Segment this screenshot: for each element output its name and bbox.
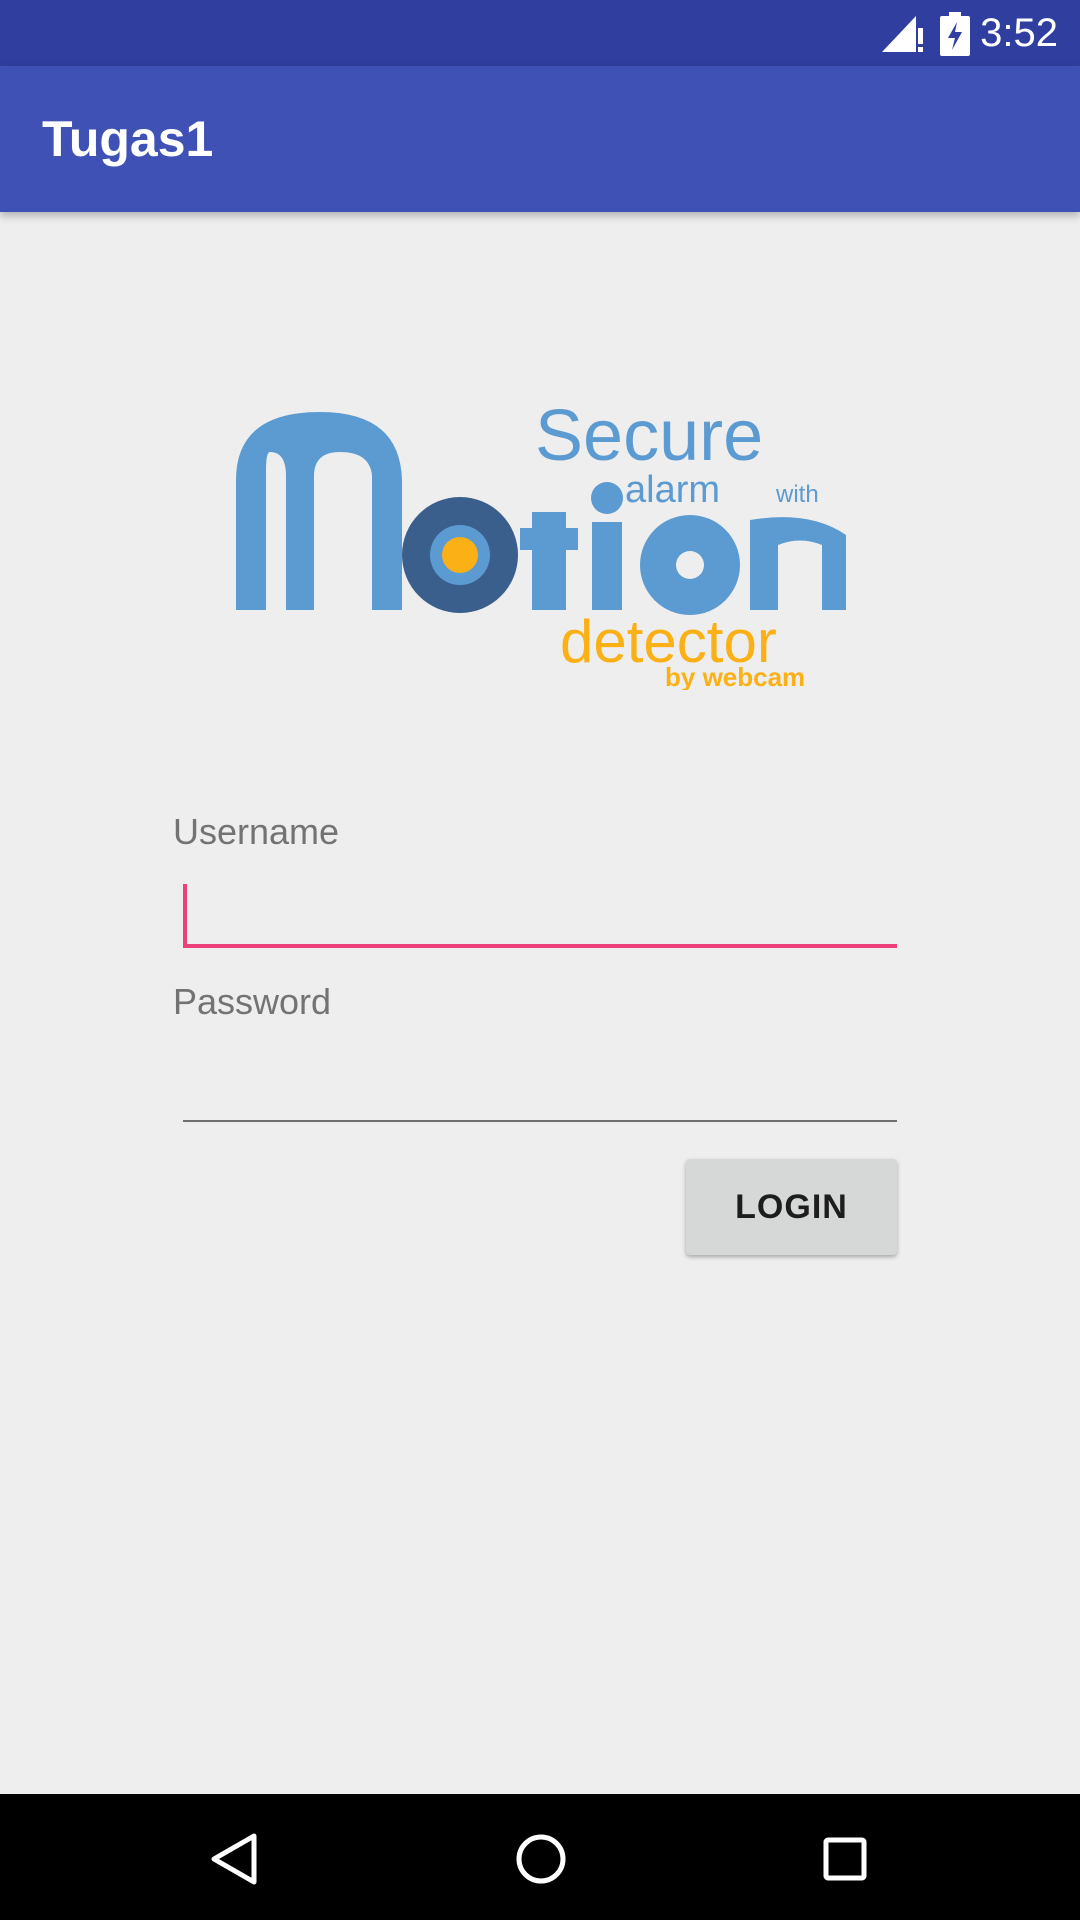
- logo-with-text: with: [775, 481, 819, 508]
- app-bar: Tugas1: [0, 66, 1080, 212]
- battery-charging-icon: [940, 12, 970, 56]
- recents-icon[interactable]: [810, 1824, 880, 1894]
- logo-secure-text: Secure: [535, 400, 763, 476]
- app-title: Tugas1: [42, 111, 214, 167]
- username-label: Username: [173, 811, 340, 852]
- login-button[interactable]: LOGIN: [686, 1159, 897, 1255]
- navigation-bar: [0, 1794, 1080, 1920]
- motion-detector-logo: Secure alarm with detector by webcam: [236, 400, 846, 690]
- password-label: Password: [173, 981, 332, 1022]
- username-input[interactable]: [183, 878, 897, 948]
- signal-no-data-icon: [882, 16, 923, 52]
- logo-alarm-text: alarm: [625, 469, 720, 511]
- password-input[interactable]: [183, 1052, 897, 1122]
- text-cursor: [183, 884, 187, 944]
- home-icon[interactable]: [506, 1824, 576, 1894]
- logo-by-webcam-text: by webcam: [665, 662, 805, 690]
- back-icon[interactable]: [200, 1824, 270, 1894]
- status-bar: 3:52: [0, 0, 1080, 66]
- status-time: 3:52: [980, 11, 1058, 55]
